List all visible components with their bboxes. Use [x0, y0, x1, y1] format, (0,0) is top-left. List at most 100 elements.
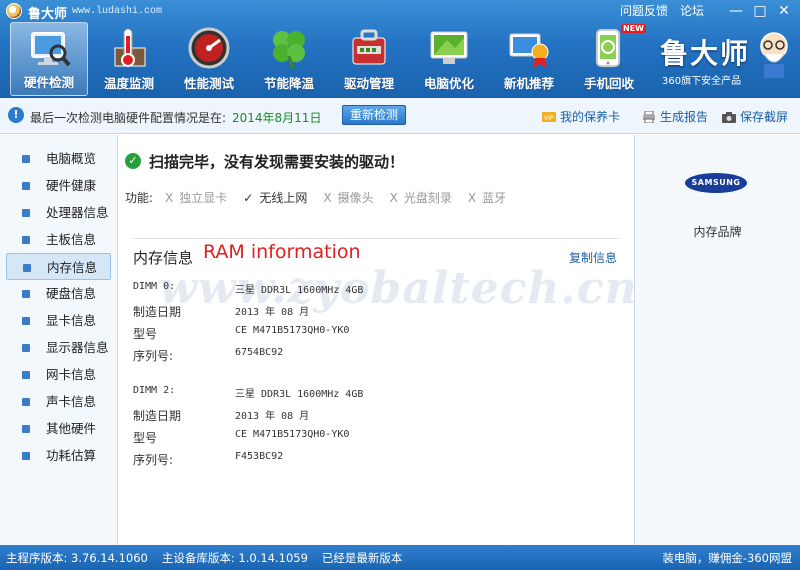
nav-performance[interactable]: 性能测试: [170, 22, 248, 96]
bullet-icon: [23, 264, 31, 272]
sidebar-item-label: 电脑概览: [46, 151, 97, 166]
row-value: CE M471B5173QH0-YK0: [235, 325, 350, 336]
bullet-icon: [22, 209, 30, 217]
app-logo-icon: [6, 3, 22, 19]
sidebar-item-other[interactable]: 其他硬件: [6, 415, 111, 442]
title-links: 问题反馈 论坛: [620, 2, 704, 19]
sidebar-item-label: 显示器信息: [46, 340, 109, 355]
sidebar-item-label: 硬盘信息: [46, 286, 97, 301]
forum-link[interactable]: 论坛: [680, 2, 704, 19]
generate-report-label: 生成报告: [660, 110, 709, 124]
close-button[interactable]: ✕: [774, 2, 794, 20]
status-left: 主程序版本: 3.76.14.1060 主设备库版本: 1.0.14.1059 …: [6, 550, 402, 566]
thermometer-icon: [114, 28, 146, 67]
last-check-text: 最后一次检测电脑硬件配置情况是在:: [30, 111, 227, 125]
row-key: 制造日期: [133, 305, 182, 319]
sidebar-item-label: 主板信息: [46, 232, 97, 247]
title-bar[interactable]: 鲁大师 www.ludashi.com 问题反馈 论坛 — □ ✕: [0, 0, 800, 22]
recheck-button[interactable]: 重新检测: [342, 105, 406, 125]
sidebar-item-power[interactable]: 功耗估算: [6, 442, 111, 469]
sidebar-item-pc-overview[interactable]: 电脑概览: [6, 145, 111, 172]
sidebar-item-disk[interactable]: 硬盘信息: [6, 280, 111, 307]
sidebar: 电脑概览 硬件健康 处理器信息 主板信息 内存信息 硬盘信息 显卡信息 显示器信…: [0, 135, 118, 545]
last-check-date: 2014年8月11日: [232, 111, 322, 125]
row-value: 2013 年 08 月: [235, 411, 310, 422]
feature-label: 摄像头: [337, 191, 374, 205]
nav-phone-recycle[interactable]: NEW 手机回收: [570, 22, 648, 96]
sidebar-item-sound[interactable]: 声卡信息: [6, 388, 111, 415]
features-label: 功能:: [125, 191, 154, 205]
sidebar-item-network[interactable]: 网卡信息: [6, 361, 111, 388]
sidebar-item-label: 显卡信息: [46, 313, 97, 328]
nav-label: 节能降温: [263, 76, 314, 91]
svg-text:VIP: VIP: [544, 115, 554, 122]
sidebar-item-motherboard[interactable]: 主板信息: [6, 226, 111, 253]
status-bar: 主程序版本: 3.76.14.1060 主设备库版本: 1.0.14.1059 …: [0, 545, 800, 570]
sidebar-item-hardware-health[interactable]: 硬件健康: [6, 172, 111, 199]
maximize-button[interactable]: □: [750, 2, 770, 20]
new-pc-award-icon: [509, 33, 549, 68]
sidebar-item-graphics[interactable]: 显卡信息: [6, 307, 111, 334]
save-screenshot-label: 保存截屏: [740, 110, 789, 124]
sidebar-item-label: 处理器信息: [46, 205, 109, 220]
mascot-face-icon: [760, 32, 788, 78]
bullet-icon: [22, 344, 30, 352]
sidebar-item-cpu[interactable]: 处理器信息: [6, 199, 111, 226]
nav-driver-manager[interactable]: 驱动管理: [330, 22, 408, 96]
sidebar-item-memory[interactable]: 内存信息: [6, 253, 111, 280]
sidebar-item-label: 声卡信息: [46, 394, 97, 409]
sidebar-item-label: 内存信息: [47, 260, 98, 275]
brand-name: 鲁大师: [660, 37, 751, 70]
feedback-link[interactable]: 问题反馈: [620, 2, 668, 19]
bullet-icon: [22, 425, 30, 433]
feature-label: 蓝牙: [482, 191, 507, 205]
row-key: 序列号:: [133, 349, 174, 363]
section-title: 内存信息: [133, 249, 194, 267]
feature-label: 光盘刻录: [403, 191, 452, 205]
warranty-card-label: 我的保养卡: [560, 110, 621, 124]
bullet-icon: [22, 182, 30, 190]
clover-icon: [273, 31, 305, 70]
row-value: CE M471B5173QH0-YK0: [235, 429, 350, 440]
cross-icon: X: [389, 191, 398, 205]
nav-label: 电脑优化: [423, 76, 474, 91]
cross-icon: X: [165, 191, 174, 205]
speedometer-icon: [188, 27, 230, 69]
printer-icon: [643, 110, 655, 123]
promo-link[interactable]: 装电脑，赚佣金-360网盟: [662, 550, 792, 566]
copy-info-link[interactable]: 复制信息: [569, 249, 617, 266]
nav-label: 温度监测: [103, 76, 154, 91]
row-key: 序列号:: [133, 453, 174, 467]
bullet-icon: [22, 236, 30, 244]
generate-report-link[interactable]: 生成报告: [642, 108, 708, 125]
camera-icon: [722, 111, 736, 123]
nav-label: 性能测试: [183, 76, 234, 91]
warranty-card-link[interactable]: VIP 我的保养卡: [542, 108, 620, 125]
minimize-button[interactable]: —: [726, 2, 746, 20]
screen-optimize-icon: [430, 31, 468, 64]
feature-label: 无线上网: [259, 191, 308, 205]
ram-annotation: RAM information: [203, 241, 361, 263]
sidebar-item-label: 网卡信息: [46, 367, 97, 382]
nav-pc-optimize[interactable]: 电脑优化: [410, 22, 488, 96]
feature-list: 功能: X 独立显卡 ✓ 无线上网 X 摄像头 X 光盘刻录 X 蓝牙: [125, 189, 522, 206]
nav-temperature[interactable]: 温度监测: [90, 22, 168, 96]
sidebar-item-label: 硬件健康: [46, 178, 97, 193]
row-key: 制造日期: [133, 409, 182, 423]
bullet-icon: [22, 155, 30, 163]
cross-icon: X: [323, 191, 332, 205]
nav-hardware-check[interactable]: 硬件检测: [10, 22, 88, 96]
checkmark-icon: ✓: [243, 191, 254, 205]
sidebar-item-monitor[interactable]: 显示器信息: [6, 334, 111, 361]
row-value: 6754BC92: [235, 347, 284, 358]
row-value: 三星 DDR3L 1600MHz 4GB: [235, 389, 364, 400]
app-title: 鲁大师: [28, 7, 68, 22]
info-bar: ! 最后一次检测电脑硬件配置情况是在: 2014年8月11日 重新检测 VIP …: [0, 98, 800, 134]
save-screenshot-link[interactable]: 保存截屏: [722, 108, 788, 125]
new-badge: NEW: [621, 24, 646, 33]
nav-new-pc[interactable]: 新机推荐: [490, 22, 568, 96]
row-value: 三星 DDR3L 1600MHz 4GB: [235, 285, 364, 296]
row-key: DIMM 2:: [133, 385, 176, 396]
app-url: www.ludashi.com: [72, 6, 163, 17]
nav-energy-saving[interactable]: 节能降温: [250, 22, 328, 96]
